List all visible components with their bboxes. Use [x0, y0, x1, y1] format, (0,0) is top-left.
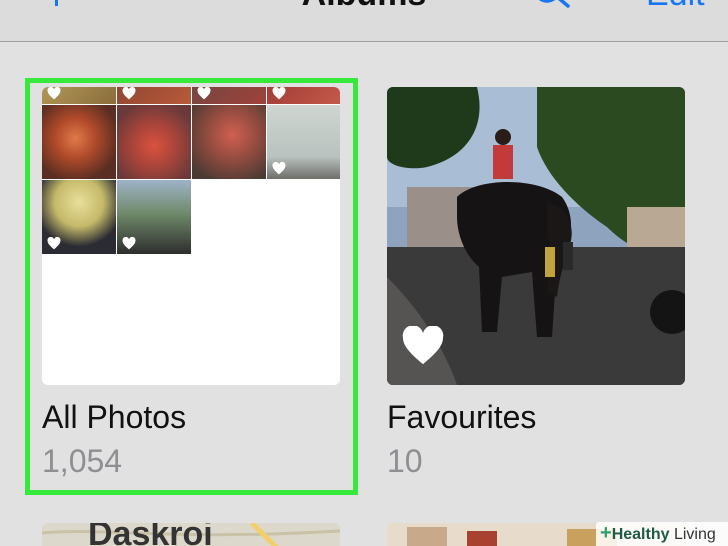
page-title: Albums [0, 0, 728, 14]
watermark-text-b: Living [673, 526, 716, 543]
plus-icon: + [600, 522, 612, 544]
selection-highlight [25, 78, 358, 495]
search-icon[interactable] [532, 0, 576, 8]
watermark-text-a: Healthy [611, 526, 670, 543]
album-title: Favourites [387, 399, 537, 435]
watermark-logo: +Healthy Living [596, 522, 728, 546]
album-count: 10 [387, 443, 423, 479]
heart-icon [402, 326, 444, 365]
album-cover-photo [387, 87, 685, 385]
navigation-bar: Albums Edit [0, 0, 728, 42]
edit-button[interactable]: Edit [646, 0, 705, 14]
map-place-label: Daskroi [88, 523, 213, 546]
album-places[interactable]: Daskroi [42, 523, 340, 546]
